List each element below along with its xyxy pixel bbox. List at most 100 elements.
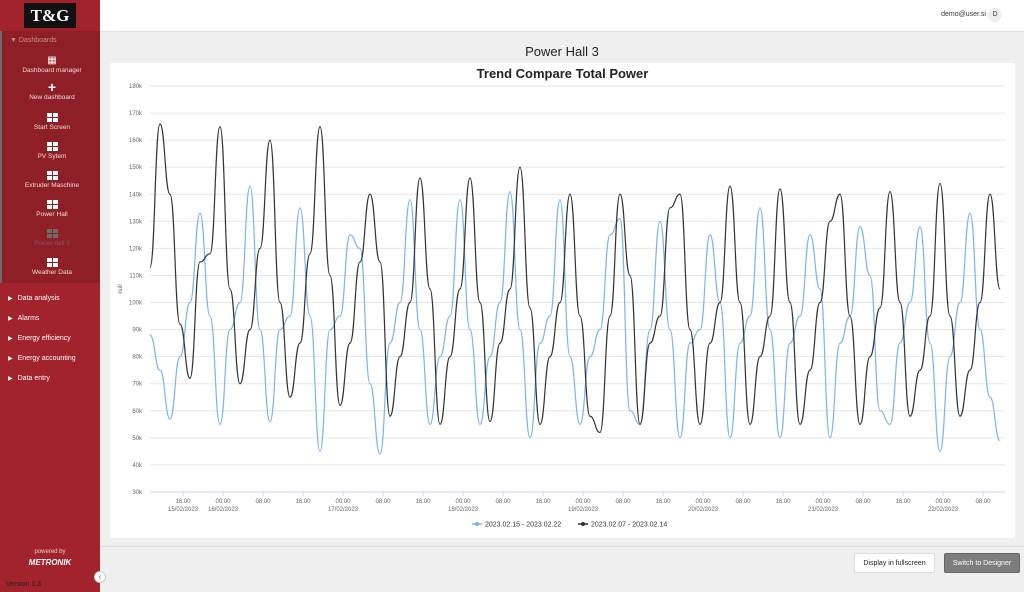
data-point	[819, 288, 821, 290]
sidebar-item-dashboard-manager[interactable]: ▦ Dashboard manager	[2, 55, 102, 75]
data-point	[209, 315, 211, 317]
data-point	[699, 329, 701, 330]
data-point	[709, 234, 711, 236]
data-point	[939, 183, 941, 184]
data-point	[389, 342, 391, 344]
menu-alarms[interactable]: ▶ Alarms	[8, 315, 39, 322]
data-point	[719, 302, 721, 303]
menu-data-entry[interactable]: ▶ Data entry	[8, 375, 50, 382]
data-point	[749, 423, 751, 425]
data-point	[489, 356, 491, 358]
y-tick-label: 120k	[129, 246, 143, 252]
data-point	[999, 440, 1001, 441]
fullscreen-button[interactable]: Display in fullscreen	[854, 553, 935, 573]
legend-item-2: 2023.02.07 - 2023.02.14	[591, 522, 667, 529]
data-point	[609, 234, 611, 236]
data-point	[799, 423, 801, 425]
data-point	[239, 383, 241, 385]
data-point	[949, 356, 951, 358]
y-tick-label: 140k	[129, 192, 143, 198]
sidebar-item-new-dashboard[interactable]: + New dashboard	[2, 80, 102, 101]
menu-data-analysis[interactable]: ▶ Data analysis	[8, 295, 60, 302]
x-tick-label: 00:00	[935, 499, 951, 505]
data-point	[309, 315, 311, 317]
data-point	[279, 302, 281, 303]
x-tick-label: 16:00	[415, 499, 431, 505]
data-point	[429, 288, 431, 290]
y-tick-label: 180k	[129, 84, 143, 90]
user-email[interactable]: demo@user.si	[941, 11, 986, 18]
sidebar-item-power-hall-3[interactable]: Power hall 3	[2, 229, 102, 247]
caret-down-icon: ▼	[10, 37, 19, 44]
data-point	[149, 266, 151, 268]
data-point	[599, 432, 601, 433]
data-point	[549, 356, 551, 358]
y-tick-label: 100k	[129, 301, 143, 307]
data-point	[579, 315, 581, 317]
data-point	[759, 207, 761, 209]
data-point	[639, 423, 641, 425]
data-point	[679, 437, 681, 439]
legend-dot-2	[581, 522, 585, 526]
data-point	[479, 302, 481, 303]
data-point	[579, 423, 581, 425]
data-point	[169, 418, 171, 420]
sidebar-item-weather-data[interactable]: Weather Data	[2, 258, 102, 276]
sidebar-item-start-screen[interactable]: Start Screen	[2, 113, 102, 131]
data-point	[829, 220, 831, 222]
sidebar-item-power-hall[interactable]: Power Hall	[2, 200, 102, 218]
data-point	[219, 126, 221, 127]
data-point	[289, 315, 291, 317]
data-point	[839, 342, 841, 344]
data-point	[299, 207, 301, 209]
y-tick-label: 30k	[132, 490, 143, 496]
data-point	[979, 302, 981, 303]
data-point	[589, 356, 591, 358]
avatar[interactable]: D	[988, 8, 1002, 22]
y-tick-label: 130k	[129, 219, 143, 225]
data-point	[989, 396, 991, 398]
dashboards-group-toggle[interactable]: ▼ Dashboards	[10, 37, 57, 44]
x-tick-date: 16/02/2023	[208, 507, 239, 513]
y-tick-label: 40k	[132, 463, 143, 469]
data-point	[919, 369, 921, 371]
data-point	[359, 261, 361, 263]
data-point	[199, 261, 201, 263]
data-point	[649, 329, 651, 330]
data-point	[729, 437, 731, 439]
data-point	[469, 177, 471, 179]
switch-to-designer-button[interactable]: Switch to Designer	[944, 553, 1020, 573]
sidebar: T&G ▼ Dashboards ▦ Dashboard manager + New…	[0, 0, 100, 592]
x-tick-label: 08:00	[975, 499, 991, 505]
x-tick-label: 00:00	[575, 499, 591, 505]
sidebar-item-pv-system[interactable]: PV Sytem	[2, 142, 102, 160]
data-point	[389, 415, 391, 417]
menu-energy-accounting[interactable]: ▶ Energy accounting	[8, 355, 76, 362]
data-point	[899, 342, 901, 344]
data-point	[439, 356, 441, 358]
data-point	[749, 315, 751, 317]
data-point	[969, 212, 971, 214]
x-tick-label: 00:00	[815, 499, 831, 505]
sidebar-item-extruder[interactable]: Extruder Maschine	[2, 171, 102, 189]
data-point	[159, 123, 161, 125]
grid-icon	[46, 171, 58, 180]
data-point	[789, 342, 791, 344]
y-tick-label: 80k	[132, 355, 143, 361]
data-point	[339, 315, 341, 317]
x-tick-date: 21/02/2023	[808, 507, 839, 513]
data-point	[199, 212, 201, 214]
metronik-logo: METRONIK	[28, 558, 72, 567]
data-point	[789, 302, 791, 303]
data-point	[569, 356, 571, 358]
menu-energy-efficiency[interactable]: ▶ Energy efficiency	[8, 335, 71, 342]
data-point	[669, 207, 671, 209]
data-point	[319, 126, 321, 127]
data-point	[419, 329, 421, 330]
x-tick-label: 16:00	[895, 499, 911, 505]
grid-icon	[46, 229, 58, 238]
data-point	[509, 288, 511, 290]
data-point	[369, 193, 371, 195]
data-point	[549, 315, 551, 317]
dashboard-manager-icon: ▦	[47, 55, 57, 66]
